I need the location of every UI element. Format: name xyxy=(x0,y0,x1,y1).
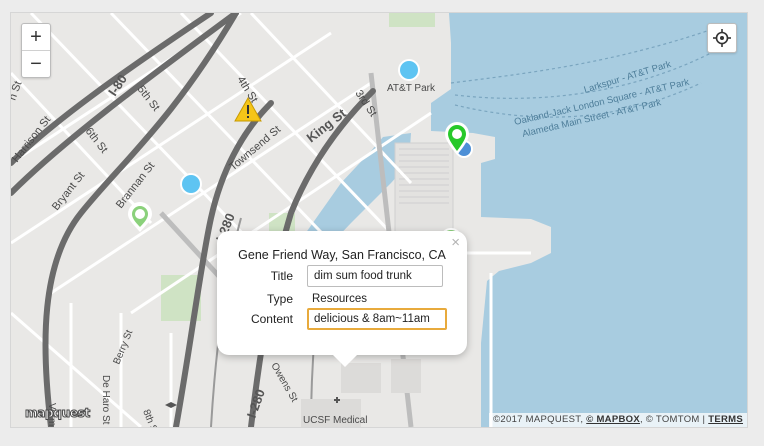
tomtom-text: , © TOMTOM | xyxy=(639,414,709,425)
content-field[interactable]: delicious & 8am~11am xyxy=(307,308,447,330)
mapquest-logo[interactable]: mapquest xyxy=(21,405,94,421)
place-label-ucsf: UCSF Medical xyxy=(303,415,367,426)
title-label: Title xyxy=(270,269,293,283)
zoom-control: + − xyxy=(21,23,51,78)
blue-marker-brannan[interactable] xyxy=(180,173,202,195)
type-value: Resources xyxy=(312,293,367,305)
place-label-att-park: AT&T Park xyxy=(387,83,436,94)
marker-popup: × Gene Friend Way, San Francisco, CA Tit… xyxy=(217,231,467,367)
street-label-de-haro: De Haro St xyxy=(100,375,111,425)
crosshair-icon xyxy=(713,29,731,47)
copyright-text: ©2017 MAPQUEST, xyxy=(493,414,587,425)
zoom-out-button[interactable]: − xyxy=(22,50,50,77)
title-field[interactable]: dim sum food trunk xyxy=(307,265,443,287)
popup-address: Gene Friend Way, San Francisco, CA xyxy=(238,248,446,262)
mapbox-link[interactable]: © MAPBOX xyxy=(586,414,640,425)
map-canvas[interactable]: Harrison St Bryant St I-80 5th St 6th St… xyxy=(10,12,748,428)
popup-tip xyxy=(333,355,357,367)
terms-link[interactable]: TERMS xyxy=(708,414,743,425)
blue-marker-att-park[interactable] xyxy=(398,59,420,81)
type-label: Type xyxy=(266,292,293,306)
locate-button[interactable] xyxy=(707,23,737,53)
map-attribution: ©2017 MAPQUEST, © MAPBOX, © TOMTOM | TER… xyxy=(489,413,747,427)
content-label: Content xyxy=(250,312,293,326)
zoom-in-button[interactable]: + xyxy=(22,24,50,50)
map-base-layer[interactable]: Harrison St Bryant St I-80 5th St 6th St… xyxy=(11,13,747,427)
